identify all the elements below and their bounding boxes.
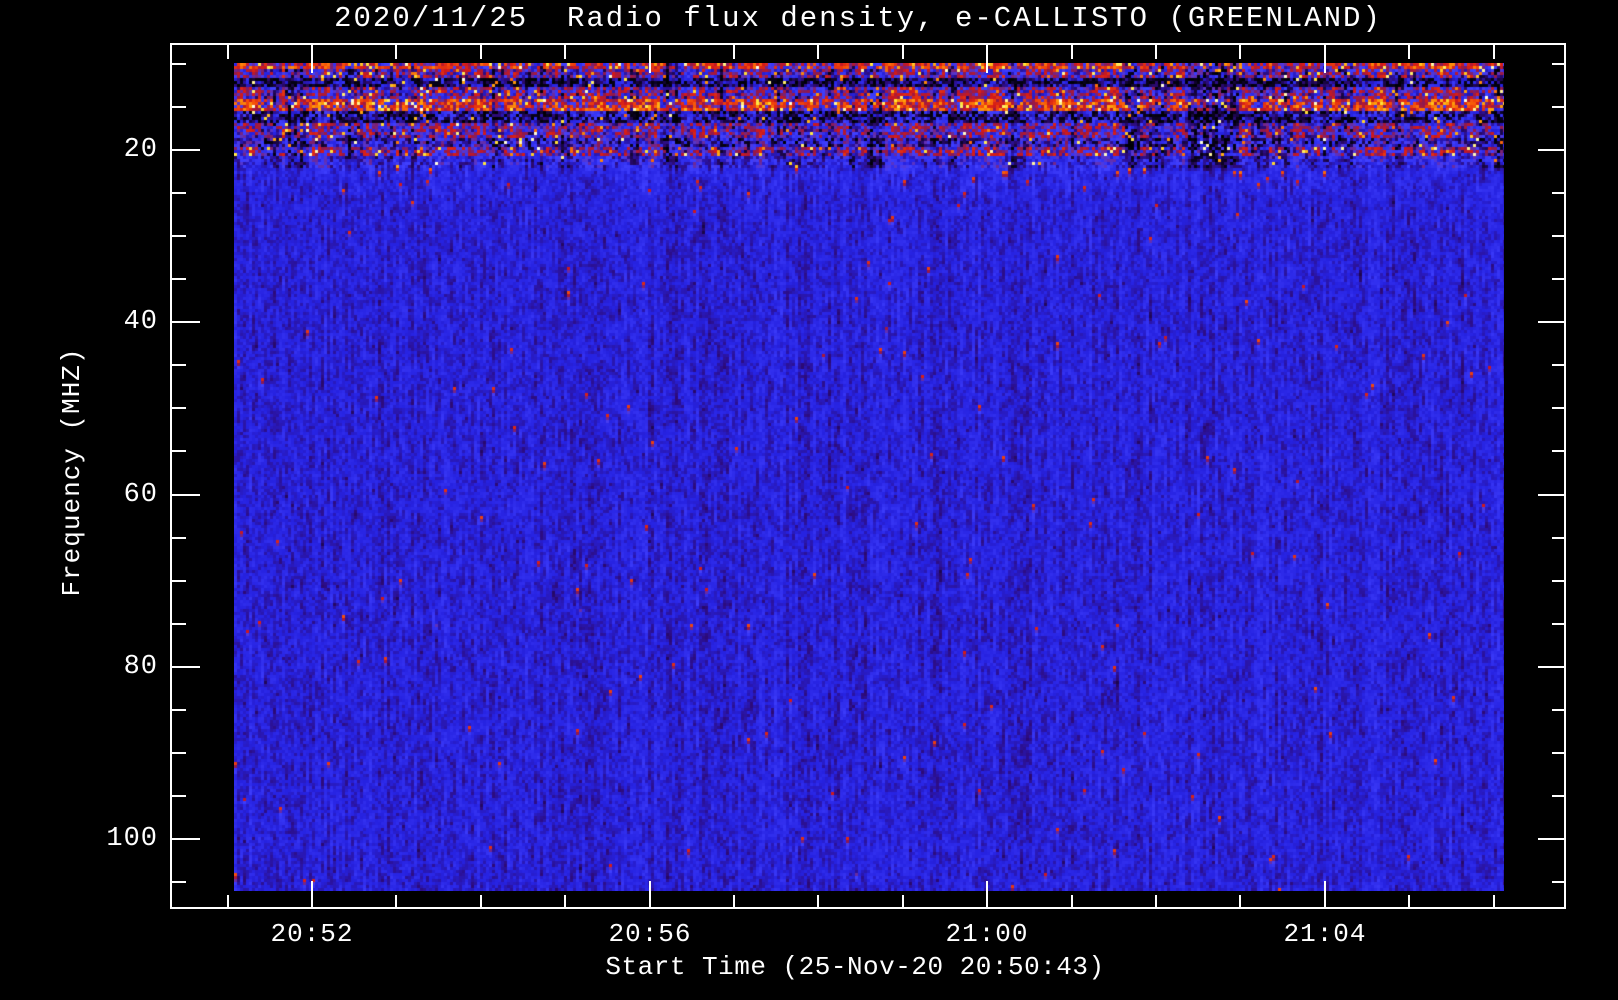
y-minor-tick — [172, 106, 186, 108]
y-minor-tick-right — [1552, 106, 1566, 108]
y-minor-tick — [172, 795, 186, 797]
y-minor-tick-right — [1552, 881, 1566, 883]
y-minor-tick — [172, 709, 186, 711]
y-major-tick — [172, 149, 200, 151]
x-minor-tick — [1408, 895, 1410, 909]
y-minor-tick-right — [1552, 623, 1566, 625]
x-major-tick-top — [649, 45, 651, 73]
spectrogram-figure: 2020/11/25 Radio flux density, e-CALLIST… — [0, 0, 1618, 1000]
y-axis-title: Frequency (MHZ) — [57, 347, 87, 597]
y-major-tick-right — [1538, 149, 1566, 151]
x-minor-tick — [480, 895, 482, 909]
y-major-tick — [172, 838, 200, 840]
x-major-tick — [986, 881, 988, 909]
x-minor-tick — [227, 895, 229, 909]
x-tick-label: 20:52 — [270, 919, 354, 949]
x-minor-tick — [1155, 895, 1157, 909]
y-major-tick — [172, 666, 200, 668]
x-minor-tick-top — [227, 45, 229, 59]
y-minor-tick — [172, 450, 186, 452]
y-minor-tick-right — [1552, 235, 1566, 237]
x-axis-title: Start Time (25-Nov-20 20:50:43) — [605, 952, 1105, 982]
y-minor-tick — [172, 278, 186, 280]
y-minor-tick — [172, 580, 186, 582]
y-minor-tick — [172, 364, 186, 366]
y-minor-tick-right — [1552, 407, 1566, 409]
y-tick-label: 100 — [106, 824, 158, 854]
x-minor-tick-top — [1071, 45, 1073, 59]
x-minor-tick-top — [1493, 45, 1495, 59]
y-minor-tick-right — [1552, 63, 1566, 65]
x-tick-label: 21:04 — [1283, 919, 1367, 949]
x-minor-tick — [1071, 895, 1073, 909]
y-minor-tick — [172, 192, 186, 194]
x-major-tick — [649, 881, 651, 909]
y-major-tick — [172, 321, 200, 323]
y-major-tick — [172, 494, 200, 496]
x-tick-label: 20:56 — [608, 919, 692, 949]
x-tick-label: 21:00 — [945, 919, 1029, 949]
x-major-tick-top — [986, 45, 988, 73]
y-minor-tick-right — [1552, 192, 1566, 194]
y-minor-tick — [172, 752, 186, 754]
x-major-tick-top — [311, 45, 313, 73]
y-minor-tick — [172, 537, 186, 539]
x-minor-tick — [733, 895, 735, 909]
y-tick-label: 40 — [123, 307, 158, 337]
x-minor-tick-top — [817, 45, 819, 59]
x-major-tick-top — [1324, 45, 1326, 73]
y-minor-tick — [172, 407, 186, 409]
x-minor-tick-top — [1155, 45, 1157, 59]
y-minor-tick-right — [1552, 709, 1566, 711]
y-major-tick-right — [1538, 838, 1566, 840]
x-minor-tick-top — [1239, 45, 1241, 59]
y-minor-tick-right — [1552, 795, 1566, 797]
x-minor-tick — [395, 895, 397, 909]
y-minor-tick-right — [1552, 752, 1566, 754]
y-tick-label: 20 — [123, 135, 158, 165]
y-major-tick-right — [1538, 494, 1566, 496]
y-minor-tick-right — [1552, 450, 1566, 452]
y-minor-tick — [172, 63, 186, 65]
x-minor-tick-top — [1408, 45, 1410, 59]
y-tick-label: 80 — [123, 652, 158, 682]
y-minor-tick — [172, 881, 186, 883]
x-minor-tick — [1493, 895, 1495, 909]
chart-title: 2020/11/25 Radio flux density, e-CALLIST… — [334, 2, 1382, 35]
x-minor-tick — [1239, 895, 1241, 909]
y-minor-tick — [172, 235, 186, 237]
y-minor-tick-right — [1552, 364, 1566, 366]
y-minor-tick-right — [1552, 278, 1566, 280]
y-minor-tick-right — [1552, 537, 1566, 539]
x-minor-tick-top — [733, 45, 735, 59]
x-minor-tick-top — [564, 45, 566, 59]
x-minor-tick — [817, 895, 819, 909]
x-minor-tick-top — [480, 45, 482, 59]
x-minor-tick-top — [395, 45, 397, 59]
x-major-tick — [1324, 881, 1326, 909]
y-minor-tick — [172, 623, 186, 625]
x-major-tick — [311, 881, 313, 909]
x-minor-tick — [902, 895, 904, 909]
x-minor-tick — [564, 895, 566, 909]
y-major-tick-right — [1538, 666, 1566, 668]
x-minor-tick-top — [902, 45, 904, 59]
y-minor-tick-right — [1552, 580, 1566, 582]
y-major-tick-right — [1538, 321, 1566, 323]
spectrogram-image — [234, 63, 1504, 891]
